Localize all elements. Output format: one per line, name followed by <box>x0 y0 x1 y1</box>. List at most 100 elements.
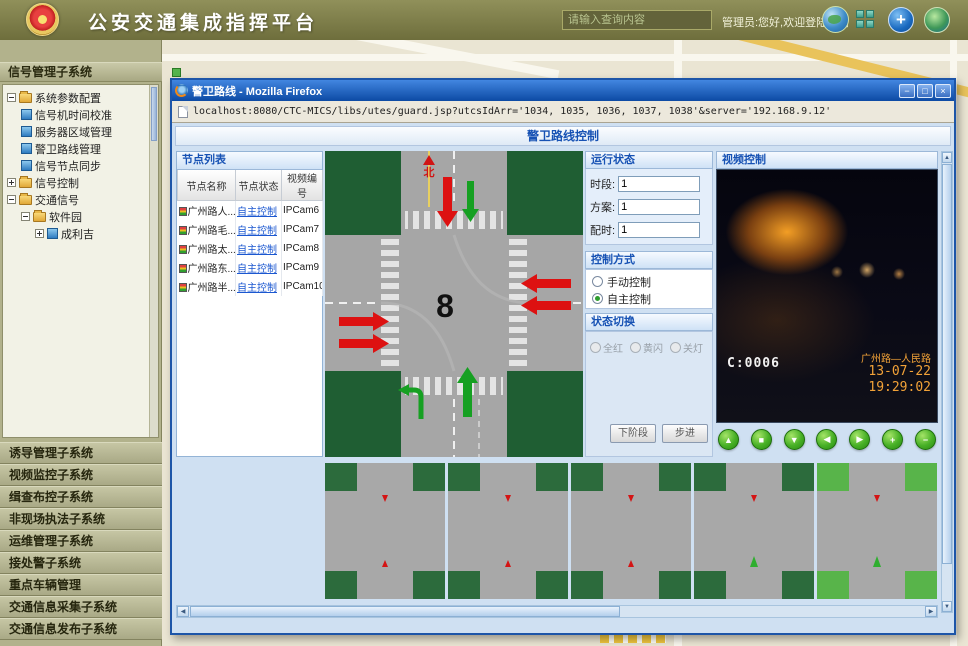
manual-control-option[interactable]: 手动控制 <box>592 273 712 290</box>
column-header-status[interactable]: 节点状态 <box>236 170 282 201</box>
node-status-link[interactable]: 自主控制 <box>237 207 277 218</box>
video-title: 视频控制 <box>716 151 938 169</box>
phase-thumbnail[interactable] <box>694 463 814 599</box>
sidebar-item-ops-management[interactable]: 运维管理子系统 <box>0 530 162 552</box>
window-titlebar[interactable]: 警卫路线 - Mozilla Firefox − □ × <box>172 80 954 101</box>
scroll-up-icon[interactable]: ▲ <box>942 152 952 163</box>
tree-item-software-park[interactable]: 软件园 <box>3 208 158 225</box>
pan-right-button[interactable]: ▶ <box>849 429 870 450</box>
close-button[interactable]: × <box>935 84 951 98</box>
zoom-out-button[interactable]: − <box>915 429 936 450</box>
tree-scrollbar[interactable] <box>149 85 158 437</box>
scroll-down-icon[interactable]: ▼ <box>942 601 952 612</box>
column-header-camera[interactable]: 视频编号 <box>282 170 323 201</box>
maximize-button[interactable]: □ <box>917 84 933 98</box>
radio-checked-icon[interactable] <box>592 293 603 304</box>
world-icon[interactable] <box>924 7 950 33</box>
expand-icon[interactable] <box>7 178 16 187</box>
radio-icon[interactable] <box>592 276 603 287</box>
radio-disabled-icon <box>670 342 681 353</box>
phase-thumbnail[interactable] <box>448 463 568 599</box>
video-panel: 视频控制 C:0006 广州路—人民路 13-07-22 19:29:02 ▲ … <box>716 151 938 457</box>
camera-id-overlay: C:0006 <box>727 356 780 371</box>
table-row[interactable]: 广州路毛... 自主控制 IPCam7 <box>178 220 323 239</box>
node-icon <box>21 109 32 120</box>
node-icon <box>21 160 32 171</box>
plan-input[interactable] <box>618 199 700 215</box>
globe-icon[interactable] <box>822 6 849 33</box>
tree-item-label: 交通信号 <box>35 192 79 208</box>
collapse-icon[interactable] <box>7 93 16 102</box>
collapse-icon[interactable] <box>21 212 30 221</box>
collapse-icon[interactable] <box>7 195 16 204</box>
scroll-left-icon[interactable]: ◀ <box>177 606 189 617</box>
apps-grid-icon[interactable] <box>856 10 876 30</box>
scroll-right-icon[interactable]: ▶ <box>925 606 937 617</box>
tree-item-label: 信号节点同步 <box>35 158 101 174</box>
horizontal-scrollbar[interactable]: ◀ ▶ <box>176 605 938 618</box>
sidebar-item-key-vehicles[interactable]: 重点车辆管理 <box>0 574 162 596</box>
pan-down-button[interactable]: ▼ <box>784 429 805 450</box>
tree-item-guard-route[interactable]: 警卫路线管理 <box>3 140 158 157</box>
lights-off-option[interactable]: 关灯 <box>670 340 703 355</box>
stop-button[interactable]: ■ <box>751 429 772 450</box>
sidebar-item-guidance[interactable]: 诱导管理子系统 <box>0 442 162 464</box>
signal-node-icon <box>179 283 187 292</box>
state-switch-box: 全红 黄闪 关灯 下阶段 步进 <box>585 331 713 457</box>
address-bar[interactable]: localhost:8080/CTC-MICS/libs/utes/guard.… <box>172 101 954 123</box>
yellow-flash-option[interactable]: 黄闪 <box>630 340 663 355</box>
column-header-name[interactable]: 节点名称 <box>178 170 236 201</box>
field-row: 时段: <box>590 175 700 192</box>
auto-control-option[interactable]: 自主控制 <box>592 290 712 307</box>
node-icon <box>21 126 32 137</box>
tree-item-signal-node-sync[interactable]: 信号节点同步 <box>3 157 158 174</box>
desktop: 公安交通集成指挥平台 管理员:您好,欢迎登陆使用 + 信号管理子系统 系统参数配… <box>0 0 968 646</box>
scrollbar-thumb[interactable] <box>190 606 620 617</box>
table-row[interactable]: 广州路半... 自主控制 IPCam10 <box>178 277 323 296</box>
phase-thumbnail[interactable] <box>325 463 445 599</box>
phase-thumbnails <box>325 463 938 599</box>
sidebar-item-vehicle-interception[interactable]: 缉查布控子系统 <box>0 486 162 508</box>
table-row[interactable]: 广州路太... 自主控制 IPCam8 <box>178 239 323 258</box>
tree-item-server-region[interactable]: 服务器区域管理 <box>3 123 158 140</box>
intersection-diagram: 8 北 <box>325 151 583 457</box>
sidebar-item-dispatch[interactable]: 接处警子系统 <box>0 552 162 574</box>
node-status-link[interactable]: 自主控制 <box>237 226 277 237</box>
camera-id: IPCam8 <box>283 243 319 254</box>
sidebar-item-video-surveillance[interactable]: 视频监控子系统 <box>0 464 162 486</box>
scrollbar-thumb[interactable] <box>151 87 157 141</box>
period-input[interactable] <box>618 176 700 192</box>
timing-input[interactable] <box>618 222 700 238</box>
option-label: 自主控制 <box>607 291 651 307</box>
pan-left-button[interactable]: ◀ <box>816 429 837 450</box>
tree-item-system-params[interactable]: 系统参数配置 <box>3 89 158 106</box>
add-icon[interactable]: + <box>888 7 914 33</box>
tree-item-traffic-signal[interactable]: 交通信号 <box>3 191 158 208</box>
node-status-link[interactable]: 自主控制 <box>237 283 277 294</box>
node-status-link[interactable]: 自主控制 <box>237 264 277 275</box>
tree-item-label: 信号控制 <box>35 175 79 191</box>
url-text[interactable]: localhost:8080/CTC-MICS/libs/utes/guard.… <box>193 106 831 117</box>
tree-item-signal-control[interactable]: 信号控制 <box>3 174 158 191</box>
node-status-link[interactable]: 自主控制 <box>237 245 277 256</box>
zoom-in-button[interactable]: + <box>882 429 903 450</box>
sidebar-item-traffic-info-release[interactable]: 交通信息发布子系统 <box>0 618 162 640</box>
expand-icon[interactable] <box>35 229 44 238</box>
pan-up-button[interactable]: ▲ <box>718 429 739 450</box>
table-row[interactable]: 广州路人... 自主控制 IPCam6 <box>178 201 323 220</box>
step-button[interactable]: 步进 <box>662 424 708 443</box>
next-stage-button[interactable]: 下阶段 <box>610 424 656 443</box>
tree-item-chengliji[interactable]: 成利吉 <box>3 225 158 242</box>
phase-thumbnail[interactable] <box>571 463 691 599</box>
sidebar-section-signal-management[interactable]: 信号管理子系统 <box>0 62 162 82</box>
table-row[interactable]: 广州路东... 自主控制 IPCam9 <box>178 258 323 277</box>
scrollbar-thumb[interactable] <box>942 164 952 564</box>
phase-thumbnail[interactable] <box>817 463 937 599</box>
tree-item-signal-time-calibration[interactable]: 信号机时间校准 <box>3 106 158 123</box>
sidebar-item-traffic-data-collection[interactable]: 交通信息采集子系统 <box>0 596 162 618</box>
vertical-scrollbar[interactable]: ▲ ▼ <box>941 151 953 613</box>
minimize-button[interactable]: − <box>899 84 915 98</box>
all-red-option[interactable]: 全红 <box>590 340 623 355</box>
search-input[interactable] <box>562 10 712 30</box>
sidebar-item-offsite-enforcement[interactable]: 非现场执法子系统 <box>0 508 162 530</box>
